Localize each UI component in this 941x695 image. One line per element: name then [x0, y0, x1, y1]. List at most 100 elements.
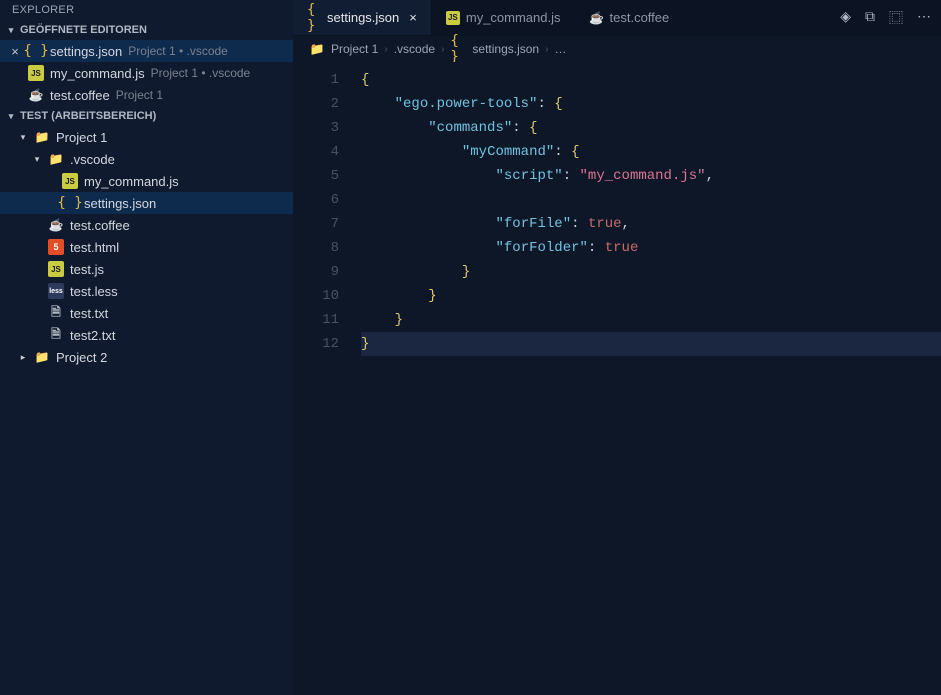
- coffee-icon: ☕: [48, 217, 64, 233]
- breadcrumb[interactable]: 📁 Project 1 › .vscode › { } settings.json › …: [293, 36, 941, 62]
- node-label: test2.txt: [70, 328, 116, 343]
- open-editor-item[interactable]: × { } settings.json Project 1 • .vscode: [0, 40, 293, 62]
- folder-icon: 📁: [309, 41, 325, 57]
- file-name: settings.json: [50, 44, 122, 59]
- code-line[interactable]: "script": "my_command.js",: [361, 164, 941, 188]
- chevron-down-icon: ▾: [6, 25, 16, 36]
- code-line[interactable]: "commands": {: [361, 116, 941, 140]
- node-label: test.html: [70, 240, 119, 255]
- line-number: 11: [293, 308, 339, 332]
- code-line[interactable]: {: [361, 68, 941, 92]
- code-content[interactable]: { "ego.power-tools": { "commands": { "my…: [353, 62, 941, 695]
- file-name: test.coffee: [50, 88, 110, 103]
- tab-label: test.coffee: [610, 10, 670, 25]
- js-icon: JS: [62, 173, 78, 189]
- chevron-down-icon: ▾: [32, 154, 42, 165]
- line-number: 8: [293, 236, 339, 260]
- code-line[interactable]: }: [361, 308, 941, 332]
- line-number: 6: [293, 188, 339, 212]
- chevron-down-icon: ▾: [6, 111, 16, 122]
- line-number: 3: [293, 116, 339, 140]
- tab-label: settings.json: [327, 10, 399, 25]
- tree-folder[interactable]: ▸📁Project 2: [0, 346, 293, 368]
- editor-tab[interactable]: ☕ test.coffee: [576, 0, 685, 35]
- close-icon[interactable]: ×: [409, 10, 417, 25]
- file-tree: ▾📁Project 1 ▾ 📁 .vscode JSmy_command.js { }…: [0, 126, 293, 368]
- tree-file[interactable]: JS test.js: [0, 258, 293, 280]
- open-editors-header[interactable]: ▾ GEÖFFNETE EDITOREN: [0, 20, 293, 40]
- tab-label: my_command.js: [466, 10, 561, 25]
- line-number: 12: [293, 332, 339, 356]
- node-label: Project 2: [56, 350, 107, 365]
- tree-file[interactable]: { } settings.json: [0, 192, 293, 214]
- code-line[interactable]: }: [361, 260, 941, 284]
- chevron-right-icon: ›: [384, 44, 387, 55]
- close-icon[interactable]: ×: [8, 44, 22, 59]
- title-action-icon[interactable]: ◈: [840, 8, 851, 28]
- breadcrumb-item[interactable]: .vscode: [394, 42, 435, 56]
- title-action-icon[interactable]: ⿴: [889, 8, 903, 28]
- workspace-header[interactable]: ▾ TEST (ARBEITSBEREICH): [0, 106, 293, 126]
- title-action-icon[interactable]: ⧉: [865, 8, 875, 28]
- folder-vscode-icon: 📁: [48, 151, 64, 167]
- code-line[interactable]: [361, 188, 941, 212]
- code-line[interactable]: }: [361, 332, 941, 356]
- tree-file[interactable]: 🗎 test2.txt: [0, 324, 293, 346]
- code-line[interactable]: "ego.power-tools": {: [361, 92, 941, 116]
- line-number: 4: [293, 140, 339, 164]
- coffee-icon: ☕: [590, 11, 604, 25]
- workspace-title: TEST (ARBEITSBEREICH): [20, 110, 156, 122]
- txt-icon: 🗎: [48, 327, 64, 343]
- tree-file[interactable]: ☕ test.coffee: [0, 214, 293, 236]
- tree-file[interactable]: JSmy_command.js: [0, 170, 293, 192]
- code-line[interactable]: "forFolder": true: [361, 236, 941, 260]
- js-icon: JS: [446, 11, 460, 25]
- breadcrumb-item[interactable]: Project 1: [331, 42, 378, 56]
- chevron-right-icon: ›: [441, 44, 444, 55]
- chevron-right-icon: ›: [545, 44, 548, 55]
- json-icon: { }: [450, 41, 466, 57]
- tree-file[interactable]: 🗎 test.txt: [0, 302, 293, 324]
- open-editor-item[interactable]: ×JSmy_command.jsProject 1 • .vscode: [0, 62, 293, 84]
- file-subpath: Project 1 • .vscode: [128, 44, 228, 58]
- line-number: 1: [293, 68, 339, 92]
- line-number-gutter: 123456789101112: [293, 62, 353, 695]
- line-number: 2: [293, 92, 339, 116]
- breadcrumb-item[interactable]: settings.json: [472, 42, 539, 56]
- node-label: .vscode: [70, 152, 115, 167]
- tree-folder[interactable]: ▾📁Project 1: [0, 126, 293, 148]
- explorer-sidebar: EXPLORER ▾ GEÖFFNETE EDITOREN ×{ }settin…: [0, 0, 293, 695]
- coffee-icon: ☕: [28, 87, 44, 103]
- json-icon: { }: [307, 11, 321, 25]
- line-number: 5: [293, 164, 339, 188]
- editor-group: { } settings.json × JS my_command.js ☕ test.co…: [293, 0, 941, 695]
- code-editor[interactable]: 123456789101112 { "ego.power-tools": { "…: [293, 62, 941, 695]
- tree-file[interactable]: lesstest.less: [0, 280, 293, 302]
- txt-icon: 🗎: [48, 305, 64, 321]
- tree-file[interactable]: 5 test.html: [0, 236, 293, 258]
- js-icon: JS: [48, 261, 64, 277]
- file-subpath: Project 1: [116, 88, 163, 102]
- node-label: settings.json: [84, 196, 156, 211]
- line-number: 10: [293, 284, 339, 308]
- open-editor-item[interactable]: ×☕test.coffeeProject 1: [0, 84, 293, 106]
- code-line[interactable]: }: [361, 284, 941, 308]
- code-line[interactable]: "forFile": true,: [361, 212, 941, 236]
- open-editors-title: GEÖFFNETE EDITOREN: [20, 24, 147, 36]
- node-label: test.txt: [70, 306, 108, 321]
- breadcrumb-item[interactable]: …: [554, 42, 566, 56]
- editor-tab[interactable]: JS my_command.js: [432, 0, 576, 35]
- editor-tab[interactable]: { } settings.json ×: [293, 0, 432, 35]
- js-icon: JS: [28, 65, 44, 81]
- json-icon: { }: [28, 43, 44, 59]
- tab-bar: { } settings.json × JS my_command.js ☕ test.co…: [293, 0, 941, 36]
- node-label: test.coffee: [70, 218, 130, 233]
- html-icon: 5: [48, 239, 64, 255]
- tree-folder[interactable]: ▾ 📁 .vscode: [0, 148, 293, 170]
- folder-root-icon: 📁: [34, 129, 50, 145]
- file-name: my_command.js: [50, 66, 145, 81]
- node-label: test.js: [70, 262, 104, 277]
- code-line[interactable]: "myCommand": {: [361, 140, 941, 164]
- json-icon: { }: [62, 195, 78, 211]
- title-action-icon[interactable]: ⋯: [917, 8, 931, 28]
